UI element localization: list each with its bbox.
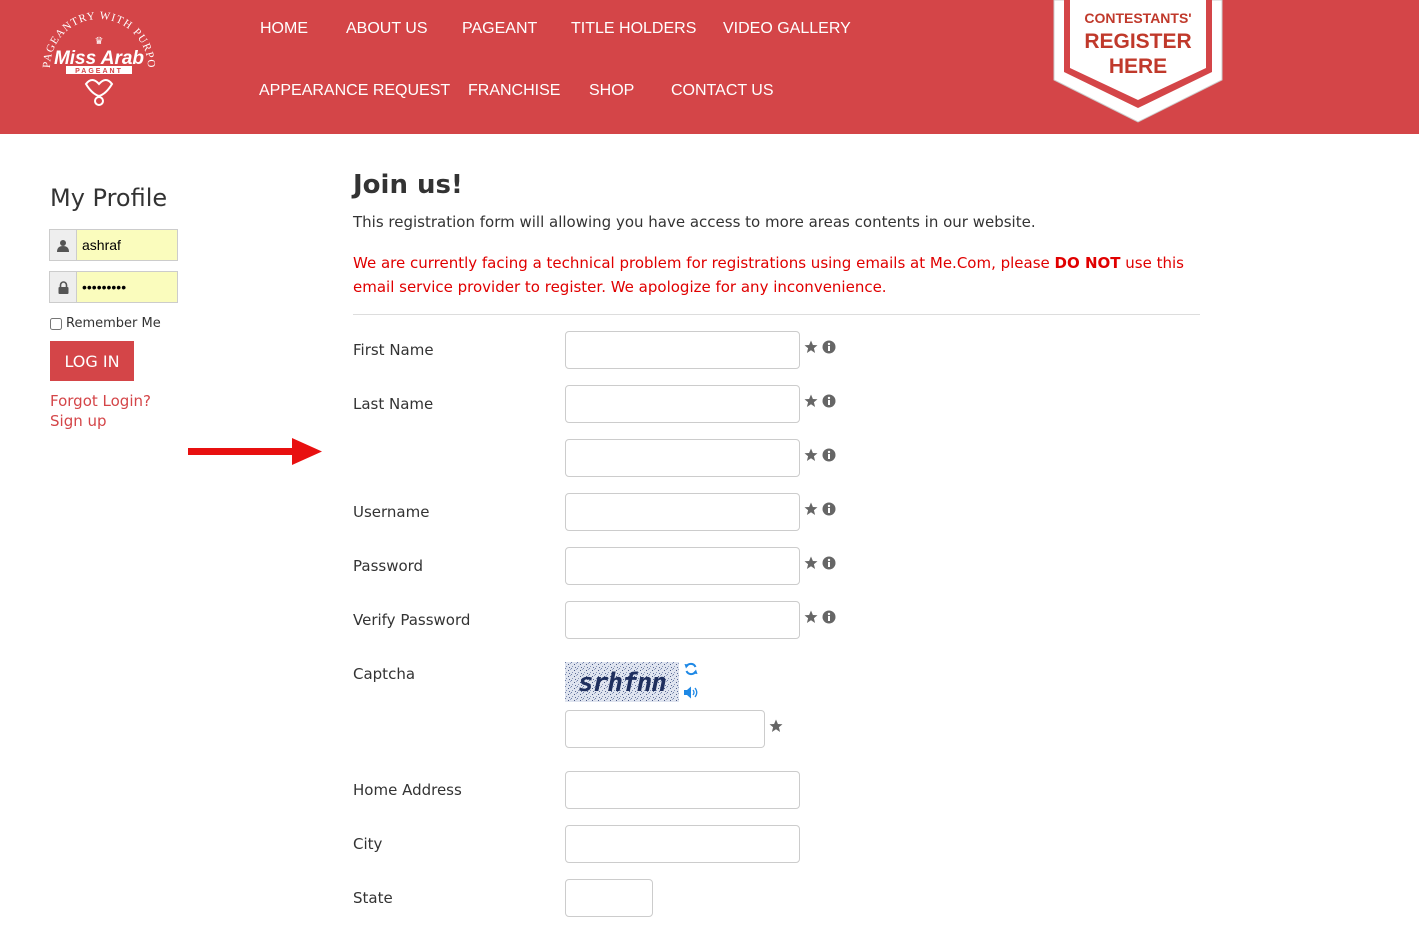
nav-appearance-request[interactable]: APPEARANCE REQUEST xyxy=(259,82,450,100)
logo-text: Miss Arab xyxy=(54,48,144,69)
home-address-label: Home Address xyxy=(353,781,462,799)
info-icon[interactable] xyxy=(822,340,836,354)
first-name-input[interactable] xyxy=(565,331,800,369)
nav-about-us[interactable]: ABOUT US xyxy=(346,20,428,38)
nav-home[interactable]: HOME xyxy=(260,20,308,38)
captcha-text: srhfnn xyxy=(578,668,666,698)
warning-emphasis: DO NOT xyxy=(1054,254,1121,272)
badge-line1: CONTESTANTS' xyxy=(1084,10,1191,26)
last-name-label: Last Name xyxy=(353,395,434,413)
password-login-input[interactable] xyxy=(77,272,177,302)
required-star-icon xyxy=(769,719,783,732)
captcha-label: Captcha xyxy=(353,665,416,683)
captcha-input[interactable] xyxy=(565,710,765,748)
site-header: PAGEANTRY WITH PURPOSE ♛ Miss Arab PAGEA… xyxy=(0,0,1419,134)
nav-title-holders[interactable]: TITLE HOLDERS xyxy=(571,20,696,38)
password-input[interactable] xyxy=(565,547,800,585)
last-name-input[interactable] xyxy=(565,385,800,423)
required-star-icon xyxy=(804,394,818,407)
info-icon[interactable] xyxy=(822,610,836,624)
intro-text: This registration form will allowing you… xyxy=(353,213,1036,231)
required-star-icon xyxy=(804,340,818,353)
username-login-field xyxy=(49,229,178,261)
city-label: City xyxy=(353,835,383,853)
nav-video-gallery[interactable]: VIDEO GALLERY xyxy=(723,20,851,38)
required-star-icon xyxy=(804,556,818,569)
forgot-login-link[interactable]: Forgot Login? xyxy=(50,392,151,410)
profile-title: My Profile xyxy=(50,184,168,212)
home-address-input[interactable] xyxy=(565,771,800,809)
verify-password-label: Verify Password xyxy=(353,611,471,629)
nav-shop[interactable]: SHOP xyxy=(589,82,634,100)
logo-sub: PAGEANT xyxy=(75,68,123,75)
state-input[interactable] xyxy=(565,879,653,917)
username-input[interactable] xyxy=(565,493,800,531)
info-icon[interactable] xyxy=(822,556,836,570)
nav-pageant[interactable]: PAGEANT xyxy=(462,20,537,38)
remember-me[interactable]: Remember Me xyxy=(50,316,161,331)
state-label: State xyxy=(353,889,393,907)
first-name-label: First Name xyxy=(353,341,434,359)
info-icon[interactable] xyxy=(822,448,836,462)
page-title: Join us! xyxy=(353,170,463,200)
lock-icon xyxy=(50,272,77,302)
badge-line2: REGISTER xyxy=(1084,30,1191,53)
required-star-icon xyxy=(804,610,818,623)
info-icon[interactable] xyxy=(822,394,836,408)
nav-franchise[interactable]: FRANCHISE xyxy=(468,82,560,100)
city-input[interactable] xyxy=(565,825,800,863)
info-icon[interactable] xyxy=(822,502,836,516)
svg-text:♛: ♛ xyxy=(95,36,104,47)
register-badge[interactable]: CONTESTANTS' REGISTER HERE xyxy=(1050,0,1226,124)
audio-captcha-icon[interactable] xyxy=(684,686,699,699)
site-logo[interactable]: PAGEANTRY WITH PURPOSE ♛ Miss Arab PAGEA… xyxy=(36,6,162,110)
required-star-icon xyxy=(804,502,818,515)
login-button[interactable]: LOG IN xyxy=(50,341,134,381)
form-divider xyxy=(353,314,1200,315)
remember-me-checkbox[interactable] xyxy=(50,317,62,330)
refresh-captcha-icon[interactable] xyxy=(684,662,698,676)
unlabeled-input[interactable] xyxy=(565,439,800,477)
user-icon xyxy=(50,230,77,260)
password-label: Password xyxy=(353,557,424,575)
required-star-icon xyxy=(804,448,818,461)
warning-notice: We are currently facing a technical prob… xyxy=(353,254,1184,296)
verify-password-input[interactable] xyxy=(565,601,800,639)
username-login-input[interactable] xyxy=(77,230,177,260)
nav-contact-us[interactable]: CONTACT US xyxy=(671,82,774,100)
red-arrow-annotation xyxy=(188,438,322,465)
password-login-field xyxy=(49,271,178,303)
remember-me-label: Remember Me xyxy=(66,316,161,331)
sign-up-link[interactable]: Sign up xyxy=(50,412,107,430)
badge-line3: HERE xyxy=(1109,55,1167,78)
username-label: Username xyxy=(353,503,430,521)
captcha-image: srhfnn xyxy=(565,662,679,702)
